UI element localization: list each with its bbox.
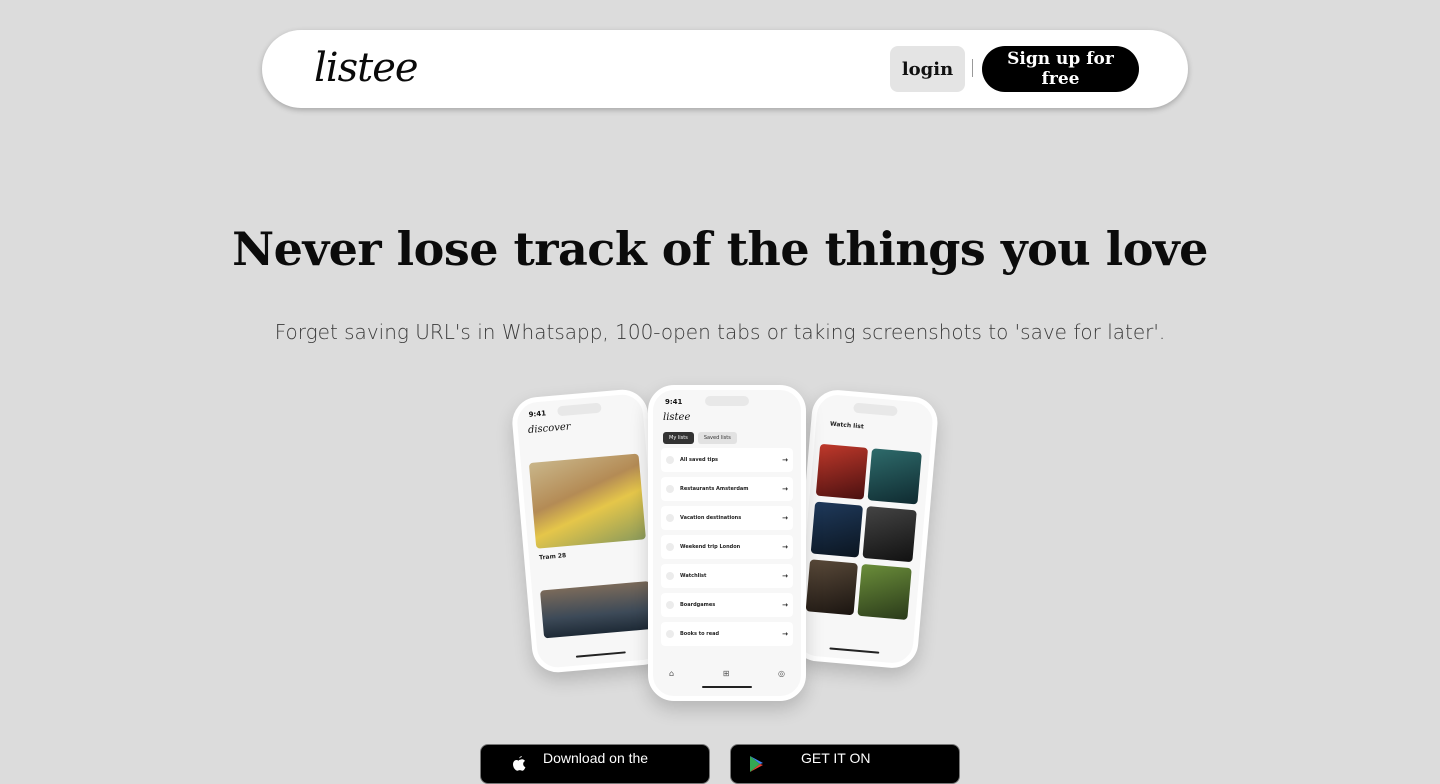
- poster-3: [810, 501, 864, 558]
- list-item: All saved tips →: [661, 448, 793, 472]
- list-item: Vacation destinations →: [661, 506, 793, 530]
- list-item-icon: [666, 485, 674, 493]
- list-item: Restaurants Amsterdam →: [661, 477, 793, 501]
- boardgame-photo: [540, 580, 654, 639]
- globe-icon: ◎: [778, 669, 785, 678]
- phone-logo: listee: [663, 412, 691, 423]
- poster-4: [862, 506, 917, 563]
- list-item: Boardgames →: [661, 593, 793, 617]
- apple-icon: [513, 756, 526, 771]
- poster-2: [867, 448, 922, 505]
- tab-saved-lists: Saved lists: [697, 432, 737, 444]
- tab-my-lists: My lists: [663, 432, 694, 444]
- phone-mockup-lists: 9:41 listee My lists Saved lists All sav…: [648, 385, 806, 701]
- list-item-icon: [666, 456, 674, 464]
- google-play-icon: [750, 756, 763, 772]
- hero-title: Never lose track of the things you love: [232, 222, 1208, 276]
- add-icon: ⊞: [722, 669, 730, 678]
- list-item-icon: [666, 601, 674, 609]
- home-indicator: [702, 686, 752, 688]
- home-indicator: [829, 647, 880, 654]
- arrow-right-icon: →: [782, 572, 788, 580]
- phone-tabs: My lists Saved lists: [663, 432, 737, 444]
- logo[interactable]: listee: [314, 40, 419, 96]
- phone-time: 9:41: [528, 409, 547, 419]
- list-item: Weekend trip London →: [661, 535, 793, 559]
- tram-photo: [528, 453, 646, 549]
- list-item-label: All saved tips: [680, 457, 719, 463]
- app-mockup-image: 9:41 discover Tram 28 Watch list 9:41 li…: [440, 385, 980, 705]
- list-item-icon: [666, 572, 674, 580]
- list-item-label: Books to read: [680, 631, 720, 637]
- list-item: Books to read →: [661, 622, 793, 646]
- arrow-right-icon: →: [782, 601, 788, 609]
- phone-mockup-discover: 9:41 discover Tram 28: [510, 387, 670, 675]
- signup-button[interactable]: Sign up for free: [982, 46, 1139, 92]
- phone-mockup-watchlist: Watch list: [790, 388, 940, 670]
- arrow-right-icon: →: [782, 514, 788, 522]
- photo-caption: Tram 28: [538, 552, 567, 562]
- phone-bottom-nav: ⌂ ⊞ ◎: [669, 669, 785, 678]
- phone-list: All saved tips → Restaurants Amsterdam → V…: [661, 448, 793, 651]
- phone-title: Watch list: [829, 420, 864, 431]
- list-item-label: Vacation destinations: [680, 515, 742, 521]
- list-item-icon: [666, 543, 674, 551]
- app-store-button[interactable]: Download on the: [480, 744, 710, 784]
- navbar: listee login Sign up for free: [262, 30, 1188, 108]
- list-item-label: Watchlist: [680, 573, 707, 579]
- phone-logo: discover: [527, 421, 572, 436]
- poster-1: [815, 443, 869, 500]
- arrow-right-icon: →: [782, 485, 788, 493]
- home-indicator: [575, 651, 626, 658]
- google-play-label: GET IT ON: [801, 750, 871, 766]
- google-play-button[interactable]: GET IT ON: [730, 744, 960, 784]
- poster-5: [805, 559, 858, 616]
- nav-divider: [972, 59, 973, 77]
- login-button[interactable]: login: [890, 46, 965, 92]
- poster-6: [857, 563, 912, 621]
- arrow-right-icon: →: [782, 456, 788, 464]
- list-item-label: Weekend trip London: [680, 544, 741, 550]
- home-icon: ⌂: [669, 669, 675, 678]
- list-item-icon: [666, 514, 674, 522]
- list-item-label: Boardgames: [680, 602, 716, 608]
- list-item: Watchlist →: [661, 564, 793, 588]
- phone-time: 9:41: [665, 398, 683, 406]
- list-item-label: Restaurants Amsterdam: [680, 486, 749, 492]
- app-store-label: Download on the: [543, 750, 649, 766]
- hero-subtitle: Forget saving URL's in Whatsapp, 100-ope…: [274, 320, 1166, 344]
- arrow-right-icon: →: [782, 543, 788, 551]
- phone-notch: [853, 402, 898, 417]
- arrow-right-icon: →: [782, 630, 788, 638]
- phone-notch: [705, 396, 749, 406]
- list-item-icon: [666, 630, 674, 638]
- phone-notch: [557, 402, 602, 417]
